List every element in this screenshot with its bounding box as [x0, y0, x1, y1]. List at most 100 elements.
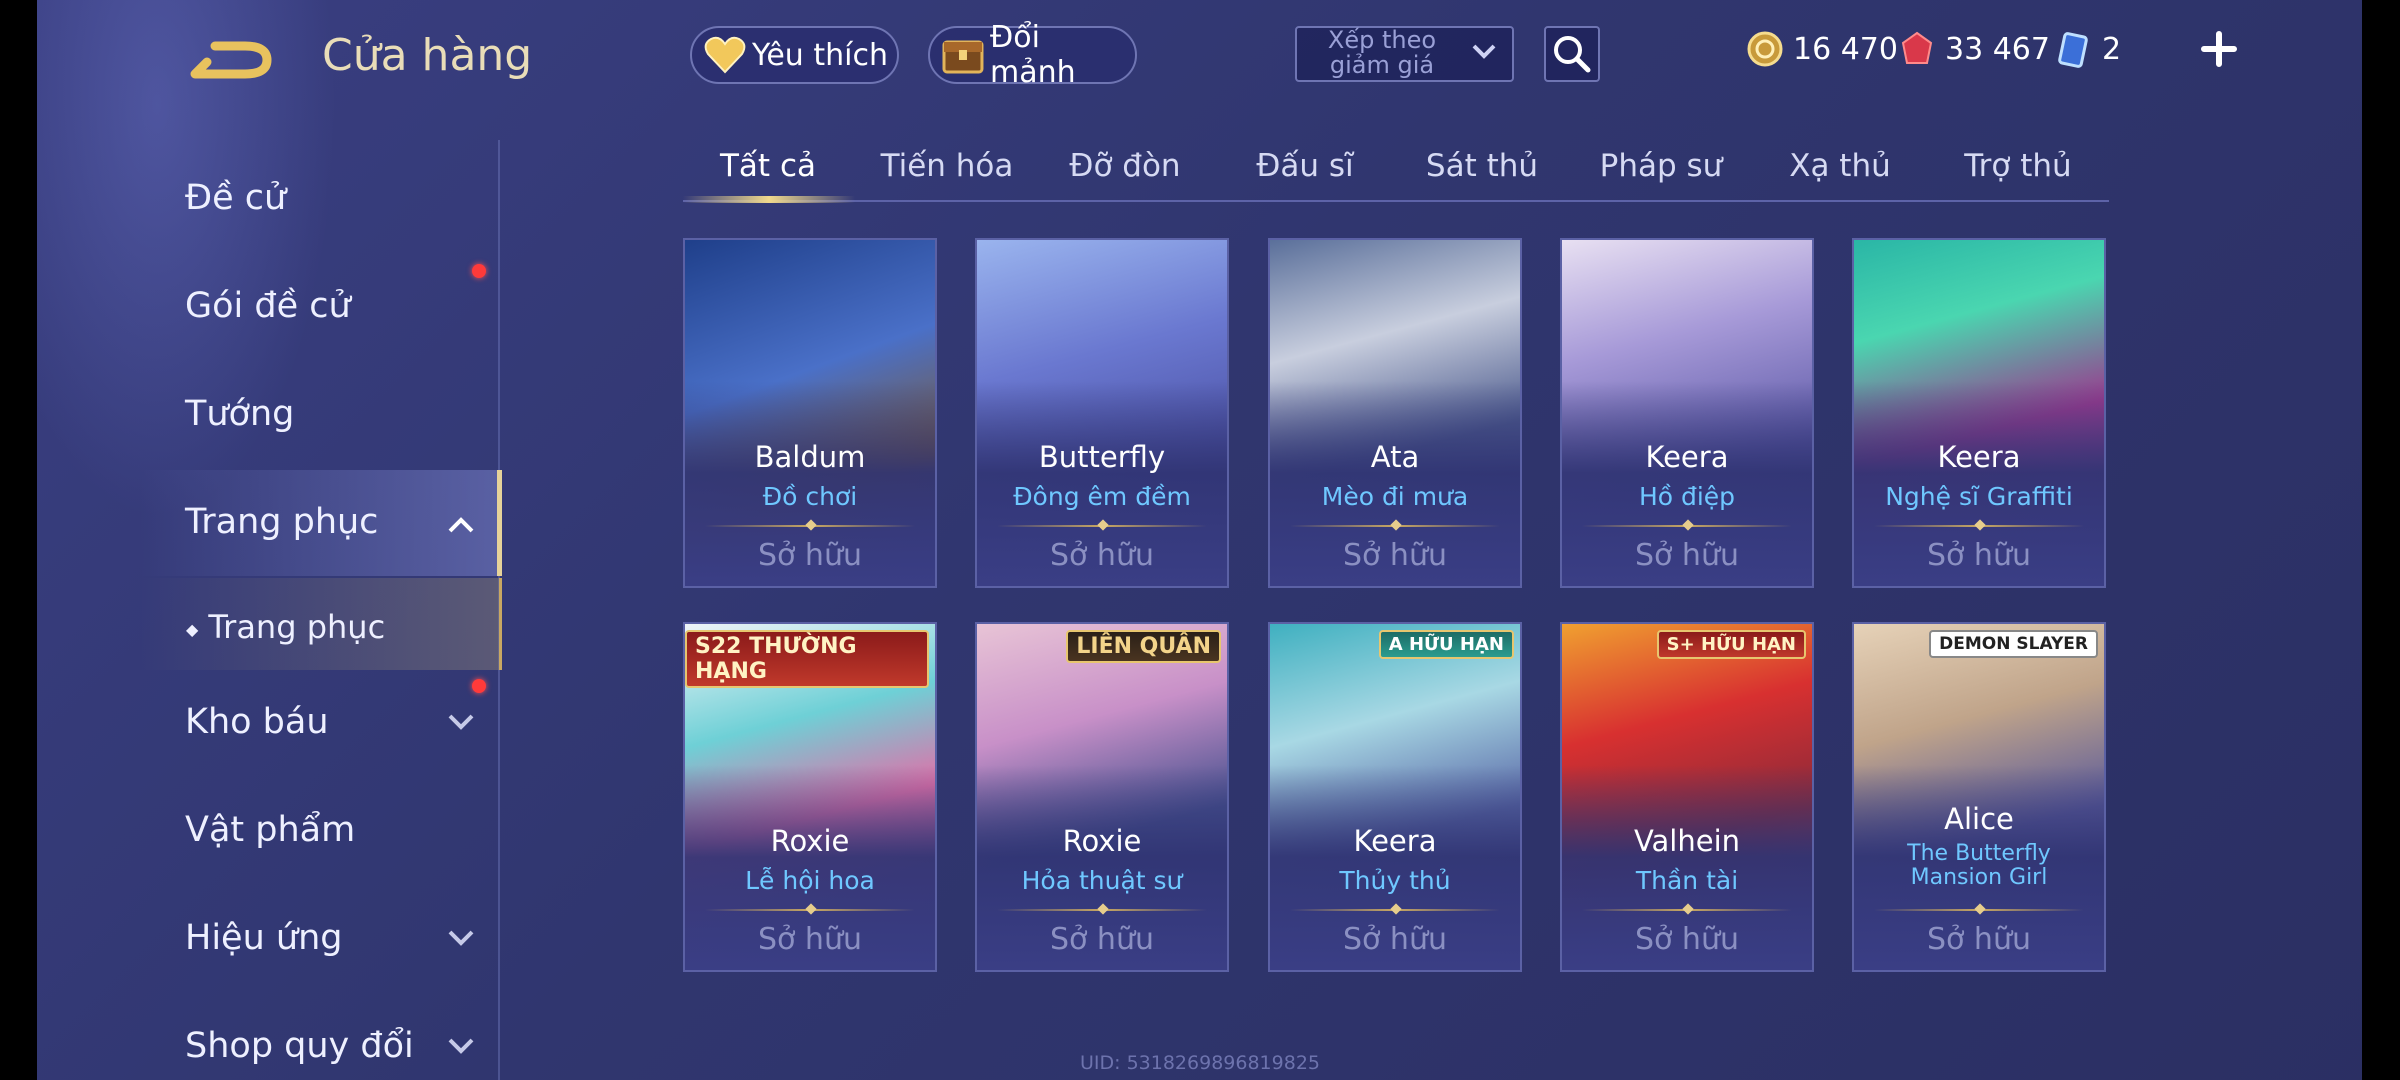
series-badge: LIÊN QUÂN	[1066, 630, 1221, 663]
tab-evolution[interactable]: Tiến hóa	[862, 148, 1032, 184]
owned-status: Sở hữu	[1050, 922, 1154, 957]
gold-currency: 16 470	[1745, 24, 1898, 74]
tier-badge: A HỮU HẠN	[1378, 630, 1514, 659]
ruby-amount: 33 467	[1945, 31, 2050, 67]
sidebar-item-skins[interactable]: Trang phục	[185, 502, 378, 542]
user-id: UID: 5318269896819825	[1080, 1052, 1320, 1074]
sidebar-item-label: Tướng	[185, 394, 295, 434]
voucher-currency: 2	[2054, 24, 2121, 74]
season-badge: S22 THƯỜNG HẠNG	[685, 630, 929, 688]
hero-name: Keera	[1353, 824, 1437, 858]
hero-name: Roxie	[1062, 824, 1142, 858]
sidebar-item-label: Gói đề cử	[185, 286, 351, 326]
plus-icon	[2201, 31, 2237, 67]
owned-status: Sở hữu	[1343, 922, 1447, 957]
owned-status: Sở hữu	[1927, 538, 2031, 573]
tab-marksman[interactable]: Xạ thủ	[1755, 148, 1925, 184]
voucher-amount: 2	[2102, 31, 2122, 67]
sidebar-item-label: Kho báu	[185, 702, 329, 742]
owned-status: Sở hữu	[1927, 922, 2031, 957]
chevron-down-icon	[448, 1038, 474, 1054]
sidebar-item-treasure[interactable]: Kho báu	[185, 702, 329, 742]
skin-card[interactable]: Keera Hồ điệp Sở hữu	[1560, 238, 1814, 588]
chevron-down-icon	[1472, 44, 1496, 59]
sidebar-subitem-skins[interactable]: ◆ Trang phục	[186, 608, 385, 646]
back-arrow-icon	[190, 41, 272, 79]
tab-support[interactable]: Trợ thủ	[1933, 148, 2103, 184]
exchange-shards-button[interactable]: Đổi mảnh	[928, 20, 1137, 90]
ruby-icon	[1901, 31, 1933, 64]
chevron-down-icon	[448, 714, 474, 730]
sidebar-item-label: Shop quy đổi	[185, 1026, 414, 1066]
skin-name: Thủy thủ	[1339, 866, 1451, 895]
hero-name: Baldum	[754, 440, 866, 474]
chevron-up-icon	[448, 517, 474, 533]
notification-dot	[472, 264, 486, 278]
tab-fighter[interactable]: Đấu sĩ	[1220, 148, 1390, 184]
page-title: Cửa hàng	[322, 30, 533, 81]
search-button[interactable]	[1544, 26, 1600, 82]
hero-name: Butterfly	[1038, 440, 1166, 474]
hero-name: Alice	[1944, 802, 2014, 836]
sidebar-item-heroes[interactable]: Tướng	[185, 394, 294, 434]
heart-icon	[704, 36, 746, 74]
skin-card[interactable]: A HỮU HẠN Keera Thủy thủ Sở hữu	[1268, 622, 1522, 972]
skin-name: The Butterfly Mansion Girl	[1907, 841, 2051, 890]
screen-edge-right	[2362, 0, 2400, 1080]
sidebar-item-exchange-shop[interactable]: Shop quy đổi	[185, 1026, 414, 1066]
treasure-chest-icon	[942, 40, 984, 74]
tab-all[interactable]: Tất cả	[683, 148, 853, 184]
owned-status: Sở hữu	[1050, 538, 1154, 573]
tab-mage[interactable]: Pháp sư	[1576, 148, 1746, 184]
active-tab-indicator	[683, 196, 855, 203]
hero-name: Keera	[1937, 440, 2021, 474]
skin-card[interactable]: S22 THƯỜNG HẠNG Roxie Lễ hội hoa Sở hữu	[683, 622, 937, 972]
add-currency-button[interactable]	[2196, 26, 2242, 72]
owned-status: Sở hữu	[1343, 538, 1447, 573]
tab-assassin[interactable]: Sát thủ	[1397, 148, 1567, 184]
skin-name: Đông êm đềm	[1013, 482, 1191, 511]
skin-card[interactable]: Keera Nghệ sĩ Graffiti Sở hữu	[1852, 238, 2106, 588]
search-icon	[1554, 36, 1591, 73]
skin-card[interactable]: Ata Mèo đi mưa Sở hữu	[1268, 238, 1522, 588]
hero-name: Roxie	[770, 824, 850, 858]
sidebar-item-recommended-packs[interactable]: Gói đề cử	[185, 286, 351, 326]
skin-name: Hồ điệp	[1638, 482, 1736, 511]
skin-card[interactable]: DEMON SLAYER Alice The Butterfly Mansion…	[1852, 622, 2106, 972]
skin-card[interactable]: LIÊN QUÂN Roxie Hỏa thuật sư Sở hữu	[975, 622, 1229, 972]
sidebar-item-recommended[interactable]: Đề cử	[185, 178, 286, 218]
skin-name: Lễ hội hoa	[745, 866, 875, 895]
hero-name: Ata	[1370, 440, 1420, 474]
hero-name: Keera	[1645, 440, 1729, 474]
sidebar-item-effects[interactable]: Hiệu ứng	[185, 918, 342, 958]
owned-status: Sở hữu	[758, 538, 862, 573]
screen-edge-left	[0, 0, 37, 1080]
skin-name: Hỏa thuật sư	[1021, 866, 1183, 895]
owned-status: Sở hữu	[1635, 922, 1739, 957]
collab-badge: DEMON SLAYER	[1929, 630, 2098, 658]
sidebar-item-items[interactable]: Vật phẩm	[185, 810, 355, 850]
skin-card[interactable]: S+ HỮU HẠN Valhein Thần tài Sở hữu	[1560, 622, 1814, 972]
notification-dot	[472, 679, 486, 693]
sidebar-item-label: Đề cử	[185, 178, 287, 218]
ruby-currency: 33 467	[1897, 24, 2050, 74]
tab-tank[interactable]: Đỡ đòn	[1040, 148, 1210, 184]
tier-badge: S+ HỮU HẠN	[1656, 630, 1806, 659]
sidebar-item-label: Trang phục	[208, 608, 386, 646]
owned-status: Sở hữu	[1635, 538, 1739, 573]
skin-card[interactable]: Baldum Đồ chơi Sở hữu	[683, 238, 937, 588]
voucher-icon	[2058, 32, 2088, 68]
skin-card[interactable]: Butterfly Đông êm đềm Sở hữu	[975, 238, 1229, 588]
sort-label: Xếp theo giảm giá	[1327, 26, 1437, 79]
sort-dropdown[interactable]: Xếp theo giảm giá	[1295, 26, 1514, 82]
hero-name: Valhein	[1633, 824, 1741, 858]
sidebar-item-label: Trang phục	[185, 502, 379, 542]
bullet-icon: ◆	[186, 619, 199, 639]
back-button[interactable]	[185, 30, 280, 90]
exchange-label: Đổi mảnh	[989, 20, 1076, 90]
favorites-label: Yêu thích	[752, 37, 888, 73]
sidebar-item-label: Vật phẩm	[185, 810, 356, 850]
skin-name: Đồ chơi	[762, 482, 858, 511]
owned-status: Sở hữu	[758, 922, 862, 957]
favorites-button[interactable]: Yêu thích	[690, 26, 899, 84]
